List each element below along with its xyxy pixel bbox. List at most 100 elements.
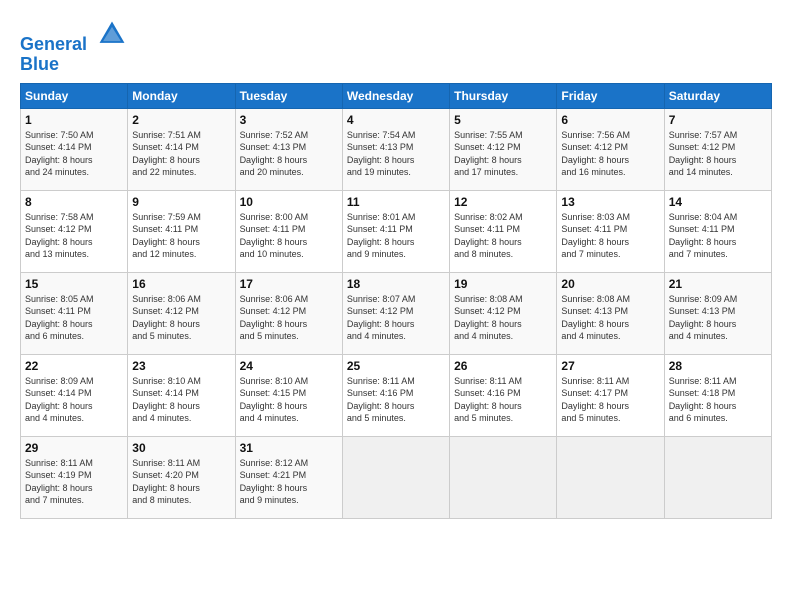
day-info: Sunrise: 7:57 AM Sunset: 4:12 PM Dayligh… — [669, 129, 767, 179]
day-number: 11 — [347, 195, 445, 209]
day-number: 4 — [347, 113, 445, 127]
calendar-cell: 3 Sunrise: 7:52 AM Sunset: 4:13 PM Daylig… — [235, 108, 342, 190]
day-info: Sunrise: 7:52 AM Sunset: 4:13 PM Dayligh… — [240, 129, 338, 179]
day-number: 16 — [132, 277, 230, 291]
day-number: 18 — [347, 277, 445, 291]
calendar-cell — [557, 436, 664, 518]
calendar-cell: 23 Sunrise: 8:10 AM Sunset: 4:14 PM Dayli… — [128, 354, 235, 436]
logo-general: General — [20, 34, 87, 54]
calendar-cell: 31 Sunrise: 8:12 AM Sunset: 4:21 PM Dayli… — [235, 436, 342, 518]
day-number: 19 — [454, 277, 552, 291]
calendar-cell: 16 Sunrise: 8:06 AM Sunset: 4:12 PM Dayli… — [128, 272, 235, 354]
day-number: 29 — [25, 441, 123, 455]
day-info: Sunrise: 8:09 AM Sunset: 4:13 PM Dayligh… — [669, 293, 767, 343]
calendar-week-1: 1 Sunrise: 7:50 AM Sunset: 4:14 PM Daylig… — [21, 108, 772, 190]
day-number: 2 — [132, 113, 230, 127]
weekday-header-row: SundayMondayTuesdayWednesdayThursdayFrid… — [21, 83, 772, 108]
weekday-sunday: Sunday — [21, 83, 128, 108]
day-number: 20 — [561, 277, 659, 291]
calendar-cell: 20 Sunrise: 8:08 AM Sunset: 4:13 PM Dayli… — [557, 272, 664, 354]
day-number: 22 — [25, 359, 123, 373]
day-info: Sunrise: 8:09 AM Sunset: 4:14 PM Dayligh… — [25, 375, 123, 425]
page-header: General Blue — [20, 18, 772, 75]
day-number: 24 — [240, 359, 338, 373]
day-number: 25 — [347, 359, 445, 373]
calendar-cell: 26Sunrise: 8:11 AM Sunset: 4:16 PM Dayli… — [450, 354, 557, 436]
calendar-cell: 29Sunrise: 8:11 AM Sunset: 4:19 PM Dayli… — [21, 436, 128, 518]
day-number: 31 — [240, 441, 338, 455]
weekday-saturday: Saturday — [664, 83, 771, 108]
calendar-cell: 18 Sunrise: 8:07 AM Sunset: 4:12 PM Dayli… — [342, 272, 449, 354]
calendar-cell — [664, 436, 771, 518]
day-info: Sunrise: 8:02 AM Sunset: 4:11 PM Dayligh… — [454, 211, 552, 261]
calendar-cell: 28Sunrise: 8:11 AM Sunset: 4:18 PM Dayli… — [664, 354, 771, 436]
calendar-table: SundayMondayTuesdayWednesdayThursdayFrid… — [20, 83, 772, 519]
day-info: Sunrise: 7:50 AM Sunset: 4:14 PM Dayligh… — [25, 129, 123, 179]
day-info: Sunrise: 7:56 AM Sunset: 4:12 PM Dayligh… — [561, 129, 659, 179]
day-info: Sunrise: 8:04 AM Sunset: 4:11 PM Dayligh… — [669, 211, 767, 261]
day-info: Sunrise: 7:58 AM Sunset: 4:12 PM Dayligh… — [25, 211, 123, 261]
day-info: Sunrise: 8:08 AM Sunset: 4:12 PM Dayligh… — [454, 293, 552, 343]
calendar-cell — [342, 436, 449, 518]
day-info: Sunrise: 8:10 AM Sunset: 4:14 PM Dayligh… — [132, 375, 230, 425]
logo: General Blue — [20, 18, 128, 75]
day-info: Sunrise: 8:11 AM Sunset: 4:17 PM Dayligh… — [561, 375, 659, 425]
calendar-cell: 24Sunrise: 8:10 AM Sunset: 4:15 PM Dayli… — [235, 354, 342, 436]
calendar-cell — [450, 436, 557, 518]
day-number: 28 — [669, 359, 767, 373]
day-info: Sunrise: 7:51 AM Sunset: 4:14 PM Dayligh… — [132, 129, 230, 179]
calendar-cell: 6 Sunrise: 7:56 AM Sunset: 4:12 PM Daylig… — [557, 108, 664, 190]
logo-blue: Blue — [20, 55, 128, 75]
day-number: 1 — [25, 113, 123, 127]
day-info: Sunrise: 8:00 AM Sunset: 4:11 PM Dayligh… — [240, 211, 338, 261]
calendar-cell: 25Sunrise: 8:11 AM Sunset: 4:16 PM Dayli… — [342, 354, 449, 436]
day-info: Sunrise: 8:05 AM Sunset: 4:11 PM Dayligh… — [25, 293, 123, 343]
day-number: 23 — [132, 359, 230, 373]
day-number: 8 — [25, 195, 123, 209]
day-number: 17 — [240, 277, 338, 291]
day-number: 30 — [132, 441, 230, 455]
calendar-cell: 21 Sunrise: 8:09 AM Sunset: 4:13 PM Dayli… — [664, 272, 771, 354]
day-info: Sunrise: 7:59 AM Sunset: 4:11 PM Dayligh… — [132, 211, 230, 261]
calendar-cell: 14 Sunrise: 8:04 AM Sunset: 4:11 PM Dayli… — [664, 190, 771, 272]
calendar-cell: 30 Sunrise: 8:11 AM Sunset: 4:20 PM Dayli… — [128, 436, 235, 518]
day-info: Sunrise: 8:11 AM Sunset: 4:20 PM Dayligh… — [132, 457, 230, 507]
day-info: Sunrise: 8:07 AM Sunset: 4:12 PM Dayligh… — [347, 293, 445, 343]
day-info: Sunrise: 7:54 AM Sunset: 4:13 PM Dayligh… — [347, 129, 445, 179]
day-info: Sunrise: 8:06 AM Sunset: 4:12 PM Dayligh… — [132, 293, 230, 343]
calendar-week-5: 29Sunrise: 8:11 AM Sunset: 4:19 PM Dayli… — [21, 436, 772, 518]
calendar-week-3: 15Sunrise: 8:05 AM Sunset: 4:11 PM Dayli… — [21, 272, 772, 354]
calendar-cell: 10 Sunrise: 8:00 AM Sunset: 4:11 PM Dayli… — [235, 190, 342, 272]
logo-icon — [96, 18, 128, 50]
weekday-wednesday: Wednesday — [342, 83, 449, 108]
calendar-week-4: 22 Sunrise: 8:09 AM Sunset: 4:14 PM Dayli… — [21, 354, 772, 436]
day-number: 21 — [669, 277, 767, 291]
calendar-week-2: 8 Sunrise: 7:58 AM Sunset: 4:12 PM Daylig… — [21, 190, 772, 272]
calendar-cell: 19 Sunrise: 8:08 AM Sunset: 4:12 PM Dayli… — [450, 272, 557, 354]
calendar-cell: 27 Sunrise: 8:11 AM Sunset: 4:17 PM Dayli… — [557, 354, 664, 436]
calendar-cell: 13Sunrise: 8:03 AM Sunset: 4:11 PM Dayli… — [557, 190, 664, 272]
weekday-tuesday: Tuesday — [235, 83, 342, 108]
calendar-cell: 9 Sunrise: 7:59 AM Sunset: 4:11 PM Daylig… — [128, 190, 235, 272]
calendar-cell: 1 Sunrise: 7:50 AM Sunset: 4:14 PM Daylig… — [21, 108, 128, 190]
day-number: 12 — [454, 195, 552, 209]
day-info: Sunrise: 8:03 AM Sunset: 4:11 PM Dayligh… — [561, 211, 659, 261]
day-number: 3 — [240, 113, 338, 127]
calendar-cell: 5Sunrise: 7:55 AM Sunset: 4:12 PM Daylig… — [450, 108, 557, 190]
day-number: 7 — [669, 113, 767, 127]
weekday-monday: Monday — [128, 83, 235, 108]
day-number: 26 — [454, 359, 552, 373]
weekday-friday: Friday — [557, 83, 664, 108]
day-number: 9 — [132, 195, 230, 209]
day-number: 10 — [240, 195, 338, 209]
calendar-cell: 17Sunrise: 8:06 AM Sunset: 4:12 PM Dayli… — [235, 272, 342, 354]
day-number: 14 — [669, 195, 767, 209]
day-number: 27 — [561, 359, 659, 373]
day-info: Sunrise: 8:12 AM Sunset: 4:21 PM Dayligh… — [240, 457, 338, 507]
weekday-thursday: Thursday — [450, 83, 557, 108]
day-info: Sunrise: 7:55 AM Sunset: 4:12 PM Dayligh… — [454, 129, 552, 179]
day-info: Sunrise: 8:08 AM Sunset: 4:13 PM Dayligh… — [561, 293, 659, 343]
day-number: 6 — [561, 113, 659, 127]
calendar-cell: 22 Sunrise: 8:09 AM Sunset: 4:14 PM Dayli… — [21, 354, 128, 436]
calendar-cell: 2 Sunrise: 7:51 AM Sunset: 4:14 PM Daylig… — [128, 108, 235, 190]
